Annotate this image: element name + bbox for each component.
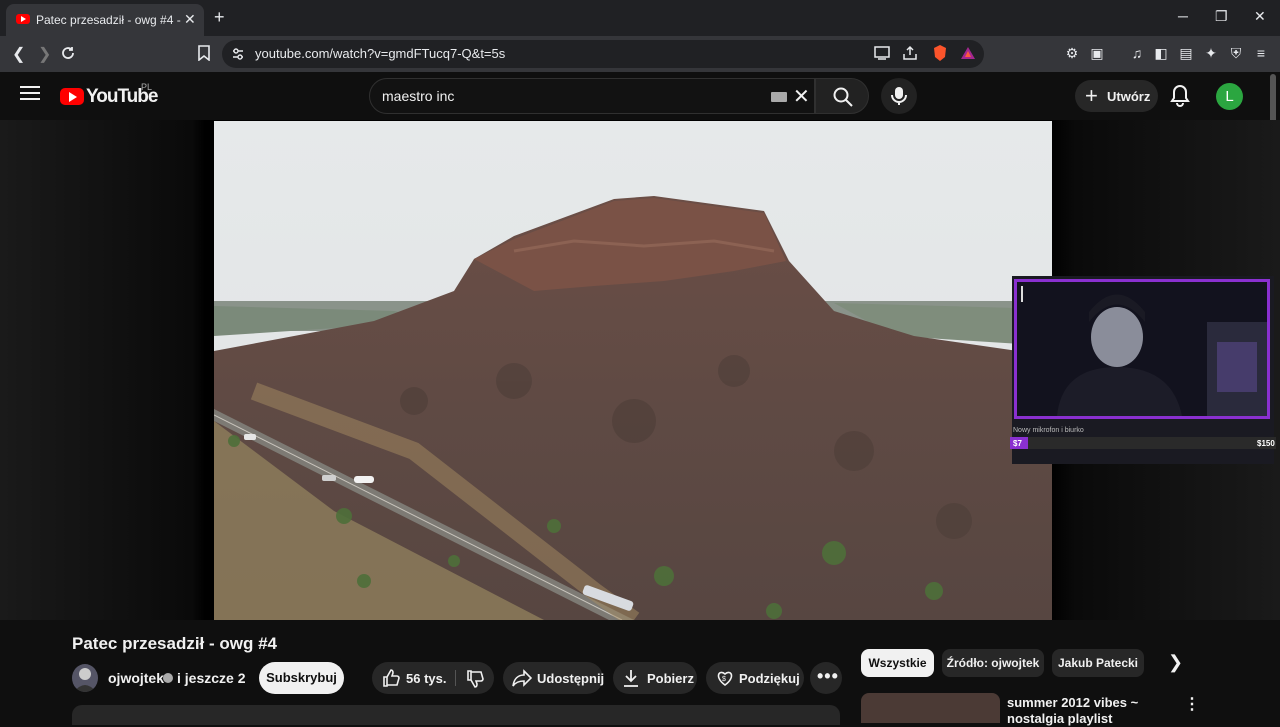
thumbs-up-icon — [383, 669, 400, 687]
download-icon — [624, 670, 638, 687]
svg-text:$: $ — [722, 676, 726, 683]
wallet-icon[interactable]: ▤ — [1177, 44, 1195, 62]
extensions-icon[interactable]: ⚙ — [1063, 44, 1081, 62]
video-title: Patec przesadził - owg #4 — [72, 634, 278, 653]
brave-rewards-icon[interactable] — [960, 45, 976, 61]
youtube-logo-icon[interactable] — [60, 88, 84, 105]
webcam-frame — [1014, 279, 1270, 419]
tab-close-icon[interactable]: ✕ — [184, 11, 196, 28]
search-value[interactable]: maestro inc — [382, 88, 454, 104]
hamburger-menu-icon[interactable] — [20, 86, 40, 104]
cast-icon[interactable] — [874, 46, 890, 60]
url-text[interactable]: youtube.com/watch?v=gmdFTucq7-Q&t=5s — [255, 46, 505, 61]
vpn-icon[interactable]: ⛨ — [1227, 44, 1245, 62]
donation-goal-current: $7 — [1013, 439, 1022, 448]
thanks-label: Podziękuj — [739, 671, 800, 686]
maximize-button[interactable]: ❐ — [1215, 8, 1228, 25]
new-tab-button[interactable]: + — [214, 7, 225, 28]
plus-icon: + — [1085, 83, 1098, 108]
country-code: PL — [141, 82, 153, 92]
share-label: Udostępnij — [537, 671, 605, 686]
music-icon[interactable]: ♫ — [1128, 44, 1146, 62]
subscribe-button[interactable]: Subskrybuj — [259, 662, 344, 694]
browser-menu-icon[interactable]: ≡ — [1252, 44, 1270, 62]
leo-ai-icon[interactable]: ✦ — [1202, 44, 1220, 62]
reload-icon[interactable] — [60, 45, 76, 61]
description-box[interactable] — [72, 705, 840, 725]
forward-icon[interactable]: ❯ — [38, 44, 51, 64]
donation-goal-label: Nowy mikrofon i biurko — [1013, 427, 1084, 434]
channel-collaborators[interactable]: i jeszcze 2 — [177, 670, 246, 686]
keyboard-icon[interactable] — [771, 92, 787, 102]
search-button[interactable] — [815, 78, 869, 114]
reader-mode-icon[interactable]: ▣ — [1088, 44, 1106, 62]
super-thanks-icon: $ — [717, 671, 733, 686]
thanks-button[interactable]: $ Podziękuj — [706, 662, 804, 694]
recommendation-menu-icon[interactable]: ⋮ — [1184, 694, 1200, 714]
more-dots-icon: ••• — [817, 666, 839, 686]
bookmark-icon[interactable] — [198, 45, 210, 61]
notifications-bell-icon[interactable] — [1170, 84, 1190, 108]
microphone-icon — [891, 87, 907, 105]
site-settings-icon[interactable] — [231, 47, 245, 61]
verified-icon — [163, 673, 173, 683]
chip-all[interactable]: Wszystkie — [861, 649, 934, 677]
chevron-right-icon[interactable]: ❯ — [1168, 652, 1183, 673]
recommendation-title[interactable]: summer 2012 vibes ~ nostalgia playlist — [1007, 695, 1177, 727]
account-avatar[interactable]: L — [1216, 83, 1243, 110]
recommendation-thumbnail[interactable] — [861, 693, 1000, 723]
video-frame-mountain-image — [214, 121, 1052, 620]
share-page-icon[interactable] — [902, 45, 918, 61]
create-button[interactable]: + Utwórz — [1075, 80, 1158, 112]
like-count: 56 tys. — [406, 671, 447, 686]
back-icon[interactable]: ❮ — [12, 44, 25, 64]
thumbs-down-icon[interactable] — [466, 670, 484, 688]
channel-name[interactable]: ojwojtek — [108, 670, 164, 686]
browser-tab[interactable]: Patec przesadził - owg #4 - YouT ✕ — [6, 4, 204, 36]
donation-goal-bar — [1010, 437, 1276, 449]
more-actions-button[interactable]: ••• — [810, 662, 842, 694]
donation-goal-target: $150 — [1257, 439, 1275, 448]
minimize-button[interactable]: ─ — [1178, 8, 1188, 24]
chip-source[interactable]: Źródło: ojwojtek — [942, 649, 1044, 677]
close-window-button[interactable]: ✕ — [1254, 8, 1266, 25]
youtube-favicon-icon — [16, 14, 30, 24]
create-label: Utwórz — [1107, 89, 1151, 104]
share-icon — [512, 669, 532, 687]
download-button[interactable]: Pobierz — [613, 662, 697, 694]
voice-search-button[interactable] — [881, 78, 917, 114]
chip-jakub-patecki[interactable]: Jakub Patecki — [1052, 649, 1144, 677]
channel-avatar[interactable] — [72, 664, 98, 692]
sidebar-toggle-icon[interactable]: ◧ — [1152, 44, 1170, 62]
download-label: Pobierz — [647, 671, 694, 686]
brave-shields-icon[interactable] — [932, 44, 948, 62]
clear-search-icon[interactable]: ✕ — [793, 84, 810, 109]
search-icon — [833, 87, 853, 107]
share-button[interactable]: Udostępnij — [503, 662, 605, 694]
streamer-webcam-image — [1017, 282, 1267, 416]
video-player[interactable] — [214, 121, 1052, 620]
tab-title: Patec przesadził - owg #4 - YouT — [36, 13, 181, 27]
like-divider — [455, 670, 456, 686]
